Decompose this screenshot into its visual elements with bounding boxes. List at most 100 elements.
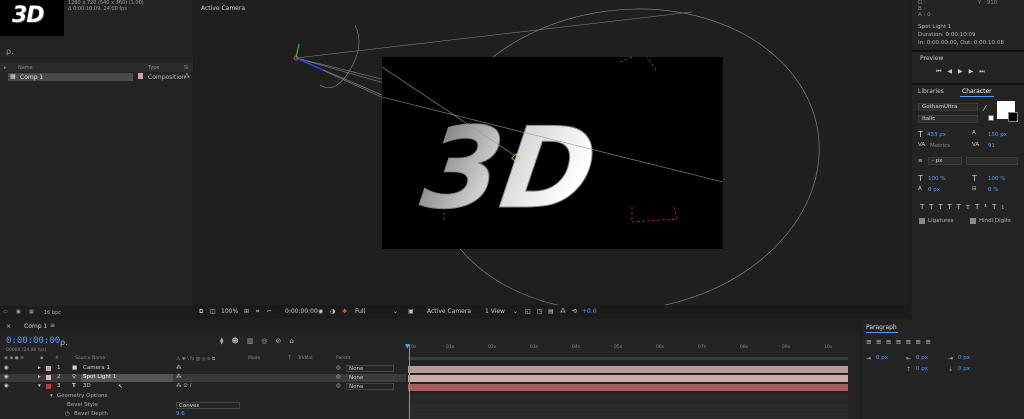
flowchart-icon[interactable]: ⁂ bbox=[560, 308, 566, 315]
pickwhip-icon[interactable]: ◎ bbox=[336, 374, 341, 380]
type-column[interactable]: Type bbox=[148, 65, 159, 71]
playhead[interactable] bbox=[409, 344, 410, 419]
source-name-column[interactable]: Source Name bbox=[75, 356, 105, 361]
tsume-value[interactable]: 0 % bbox=[988, 187, 998, 193]
video-toggle-icon[interactable]: ◉ bbox=[4, 383, 9, 389]
faux-bold-icon[interactable]: T bbox=[920, 203, 929, 211]
baseline-shift-value[interactable]: 0 px bbox=[928, 187, 940, 193]
shy-icon[interactable]: ☻ bbox=[231, 337, 246, 345]
property-row[interactable]: Bevel Style Convex bbox=[0, 402, 406, 410]
tab-libraries[interactable]: Libraries bbox=[918, 88, 944, 95]
expand-twirl-icon[interactable]: ▸ bbox=[38, 374, 41, 380]
size-column[interactable]: Si bbox=[184, 65, 189, 71]
ligatures-checkbox[interactable] bbox=[919, 218, 925, 224]
parent-dropdown[interactable]: None bbox=[346, 383, 394, 390]
layer-bar-spot-light[interactable] bbox=[408, 375, 848, 382]
trkmat-column[interactable]: TrkMat bbox=[298, 356, 313, 361]
shy-switch-icon[interactable]: ⁂ ⊙ / bbox=[176, 383, 191, 389]
hindi-digits-checkbox[interactable] bbox=[970, 218, 976, 224]
playhead-handle-icon[interactable]: ▼ bbox=[405, 343, 410, 350]
pickwhip-icon[interactable]: ◎ bbox=[336, 365, 341, 371]
font-style-dropdown[interactable]: Italic bbox=[918, 115, 978, 123]
region-icon[interactable]: ⌐ bbox=[267, 308, 272, 315]
transparency-grid-icon[interactable]: ▣ bbox=[408, 308, 414, 315]
view-layout-dropdown[interactable]: 1 View bbox=[485, 308, 505, 315]
font-family-dropdown[interactable]: GothamUltra bbox=[918, 103, 978, 111]
t-column[interactable]: T bbox=[288, 356, 291, 361]
parent-column[interactable]: Parent bbox=[336, 356, 350, 361]
justify-last-right-icon[interactable]: ≡ bbox=[915, 338, 925, 346]
layer-name[interactable]: Spot Light 1 bbox=[83, 374, 116, 380]
parent-dropdown[interactable]: None bbox=[346, 365, 394, 372]
bevel-style-dropdown[interactable]: Convex bbox=[176, 402, 240, 409]
name-column[interactable]: Name bbox=[18, 65, 33, 71]
current-time[interactable]: 0:00:00:00 bbox=[285, 308, 318, 315]
lock-icon[interactable]: ⌂ bbox=[289, 337, 301, 345]
last-frame-icon[interactable]: ⏭ bbox=[979, 68, 990, 75]
all-caps-icon[interactable]: TT bbox=[938, 203, 956, 211]
timeline-current-time[interactable]: 0:00:00:00 bbox=[6, 336, 60, 346]
timeline-panel[interactable]: × Comp 1 ≡ 0:00:00:00 00000 (24.00 fps) … bbox=[0, 320, 860, 419]
justify-last-left-icon[interactable]: ≡ bbox=[896, 338, 906, 346]
3d-renderer-icon[interactable]: ◳ bbox=[537, 308, 543, 315]
play-icon[interactable]: ▶ bbox=[958, 68, 969, 75]
layer-row[interactable]: ◉ ▾ 3 T 3D ↖ ⁂ ⊙ / ◎ None bbox=[0, 383, 406, 391]
justify-last-center-icon[interactable]: ≡ bbox=[906, 338, 916, 346]
new-folder-icon[interactable]: ▣ bbox=[16, 309, 21, 315]
stroke-style-dropdown[interactable] bbox=[966, 157, 1018, 165]
property-row[interactable]: ◷ Bevel Depth 9.6 bbox=[0, 411, 406, 419]
av-features-icon[interactable]: ◉ ◉ ● ⊕ bbox=[4, 356, 24, 361]
work-area-bar[interactable] bbox=[408, 357, 848, 360]
layer-label-swatch[interactable] bbox=[46, 366, 51, 371]
motion-blur-icon[interactable]: ◎ bbox=[261, 337, 275, 345]
project-item[interactable]: ▦ Comp 1 Composition ⁂ bbox=[8, 73, 193, 81]
font-size-value[interactable]: 433 px bbox=[927, 132, 946, 138]
tag-column-icon[interactable]: ▸ bbox=[4, 65, 7, 71]
comp-frame[interactable]: 3D bbox=[381, 51, 724, 249]
camera-gizmo[interactable] bbox=[293, 43, 324, 71]
stroke-color-swatch[interactable] bbox=[1008, 112, 1018, 122]
tab-comp-1[interactable]: Comp 1 bbox=[24, 323, 47, 330]
draft-3d-icon[interactable]: ⧫ bbox=[220, 337, 231, 345]
video-toggle-icon[interactable]: ◉ bbox=[4, 374, 9, 380]
expand-twirl-icon[interactable]: ▸ bbox=[38, 365, 41, 371]
paragraph-title[interactable]: Paragraph bbox=[866, 324, 897, 331]
snapshot-icon[interactable]: ◉ bbox=[318, 308, 323, 315]
tab-menu-icon[interactable]: ≡ bbox=[50, 322, 55, 329]
set-white-icon[interactable] bbox=[988, 115, 994, 121]
camera-view-dropdown[interactable]: Active Camera bbox=[427, 308, 471, 315]
layer-label-swatch[interactable] bbox=[46, 384, 51, 389]
leading-value[interactable]: 150 px bbox=[988, 132, 1007, 138]
layer-name[interactable]: Camera 1 bbox=[83, 365, 110, 371]
eyedropper-icon[interactable]: ⁄ bbox=[984, 104, 985, 113]
bevel-depth-value[interactable]: 9.6 bbox=[176, 411, 185, 417]
mask-icon[interactable]: ⌗ bbox=[256, 308, 259, 316]
toggle-pixel-icon[interactable]: ◱ bbox=[525, 308, 531, 315]
bit-depth-button[interactable]: 16 bpc bbox=[44, 310, 61, 316]
indent-left-value[interactable]: 0 px bbox=[876, 355, 888, 361]
indent-first-value[interactable]: 0 px bbox=[958, 355, 970, 361]
align-right-icon[interactable]: ≡ bbox=[886, 338, 896, 346]
small-caps-icon[interactable]: Tт bbox=[957, 203, 975, 211]
label-swatch[interactable] bbox=[138, 73, 143, 79]
first-frame-icon[interactable]: ⏮ bbox=[936, 68, 947, 75]
zoom-dropdown[interactable]: 100% bbox=[221, 308, 238, 315]
exposure-value[interactable]: +0.0 bbox=[582, 308, 597, 315]
reset-exposure-icon[interactable]: ⟲ bbox=[572, 308, 577, 315]
vertical-scale-value[interactable]: 100 % bbox=[928, 176, 945, 182]
parent-dropdown[interactable]: None bbox=[346, 374, 394, 381]
composition-viewer[interactable]: Active Camera 3D ⧉ ◫ 100% ⊞ ⌗ ⌐ 0:00:00:… bbox=[195, 0, 910, 320]
layer-bar-camera[interactable] bbox=[408, 366, 848, 373]
collapse-twirl-icon[interactable]: ▾ bbox=[38, 383, 41, 389]
layer-row[interactable]: ◉ ▸ 1 ■ Camera 1 ⁂ ◎ None bbox=[0, 365, 406, 373]
faux-italic-icon[interactable]: T bbox=[929, 203, 938, 211]
layer-search-icon[interactable]: ρ. bbox=[60, 338, 68, 347]
justify-all-icon[interactable]: ≡ bbox=[925, 338, 935, 346]
indent-right-value[interactable]: 0 px bbox=[916, 355, 928, 361]
collapse-twirl-icon[interactable]: ▾ bbox=[50, 393, 53, 399]
channel-icon[interactable]: ✱ bbox=[342, 308, 347, 315]
number-column-icon[interactable]: # bbox=[55, 356, 59, 361]
video-toggle-icon[interactable]: ◉ bbox=[4, 365, 9, 371]
resolution-dropdown[interactable]: Full bbox=[355, 308, 365, 315]
preview-panel-title[interactable]: Preview bbox=[920, 55, 943, 62]
